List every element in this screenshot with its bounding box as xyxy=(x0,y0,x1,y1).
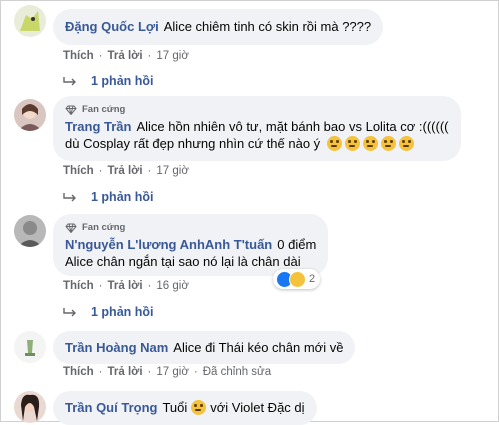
reply-link[interactable]: Trả lời xyxy=(108,366,143,378)
reply-link[interactable]: Trả lời xyxy=(108,165,143,177)
view-replies[interactable]: 1 phản hồi xyxy=(63,305,154,319)
comment-text: 0 điểm xyxy=(277,237,317,252)
view-replies[interactable]: 1 phản hồi xyxy=(63,74,154,88)
fan-badge: Fan cứng xyxy=(65,103,449,116)
comment-text: Alice chiêm tinh có skin rồi mà ???? xyxy=(163,19,372,34)
reply-link[interactable]: Trả lời xyxy=(108,280,143,292)
comment-text: Tuổi xyxy=(162,400,188,415)
comment-text-line2: Alice chân ngắn tại sao nó lại là chân d… xyxy=(65,254,301,269)
comment-time[interactable]: 17 giờ xyxy=(156,366,188,378)
reply-link[interactable]: Trả lời xyxy=(108,50,143,62)
thinking-emoji-icon xyxy=(398,136,414,151)
comment-actions: Thích · Trả lời · 16 giờ xyxy=(63,280,189,292)
haha-reaction-icon xyxy=(289,270,306,288)
like-link[interactable]: Thích xyxy=(63,280,94,292)
comment-time[interactable]: 17 giờ xyxy=(156,50,188,62)
like-link[interactable]: Thích xyxy=(63,165,94,177)
avatar[interactable] xyxy=(14,5,46,37)
comment-bubble: Fan cứng Trang Trần Alice hồn nhiên vô tư… xyxy=(53,96,461,161)
comment-bubble: Fan cứng N'nguyễn L'lương AnhAnh T'tuấn 0… xyxy=(53,214,329,276)
comment-time[interactable]: 16 giờ xyxy=(156,280,188,292)
avatar[interactable] xyxy=(14,391,46,423)
comment-bubble: Trần Quí Trọng Tuổi với Violet Đặc dị xyxy=(53,391,317,425)
thinking-emoji-icon xyxy=(326,136,342,151)
smiling-emoji-icon xyxy=(191,400,207,415)
reply-arrow-icon xyxy=(63,193,76,202)
diamond-icon xyxy=(65,105,77,115)
reply-arrow-icon xyxy=(63,77,76,86)
comment-actions: Thích · Trả lời · 17 giờ · Đã chỉnh sửa xyxy=(63,366,272,378)
comment-actions: Thích · Trả lời · 17 giờ xyxy=(63,165,189,177)
avatar[interactable] xyxy=(14,331,46,363)
fan-badge: Fan cứng xyxy=(65,221,316,234)
commenter-name[interactable]: Đặng Quốc Lợi xyxy=(65,19,159,34)
comment-bubble: Trần Hoàng Nam Alice đi Thái kéo chân mới… xyxy=(53,331,356,364)
comment-text: Alice hồn nhiên vô tư, mặt bánh bao vs L… xyxy=(136,119,449,134)
comment-actions: Thích · Trả lời · 17 giờ xyxy=(63,50,189,62)
reaction-summary[interactable]: 2 xyxy=(273,269,321,289)
comment-text: Alice đi Thái kéo chân mới về xyxy=(173,340,344,355)
reply-arrow-icon xyxy=(63,308,76,317)
like-link[interactable]: Thích xyxy=(63,366,94,378)
like-link[interactable]: Thích xyxy=(63,50,94,62)
commenter-name[interactable]: Trần Quí Trọng xyxy=(65,400,157,415)
thinking-emoji-icon xyxy=(380,136,396,151)
comment-time[interactable]: 17 giờ xyxy=(156,165,188,177)
edited-label[interactable]: Đã chỉnh sửa xyxy=(203,366,271,378)
comment-text-line2: dù Cosplay rất đẹp nhưng nhìn cứ thế nào… xyxy=(65,136,321,151)
diamond-icon xyxy=(65,223,77,233)
view-replies[interactable]: 1 phản hồi xyxy=(63,190,154,204)
thinking-emoji-icon xyxy=(344,136,360,151)
reaction-count: 2 xyxy=(309,273,316,285)
commenter-name[interactable]: Trang Trần xyxy=(65,119,131,134)
avatar[interactable] xyxy=(14,99,46,131)
avatar[interactable] xyxy=(14,215,46,247)
thinking-emoji-icon xyxy=(362,136,378,151)
commenter-name[interactable]: Trần Hoàng Nam xyxy=(65,340,168,355)
commenter-name[interactable]: N'nguyễn L'lương AnhAnh T'tuấn xyxy=(65,237,272,252)
comment-text-after: với Violet Đặc dị xyxy=(210,400,305,415)
comment-bubble: Đặng Quốc Lợi Alice chiêm tinh có skin rồ… xyxy=(53,9,384,45)
